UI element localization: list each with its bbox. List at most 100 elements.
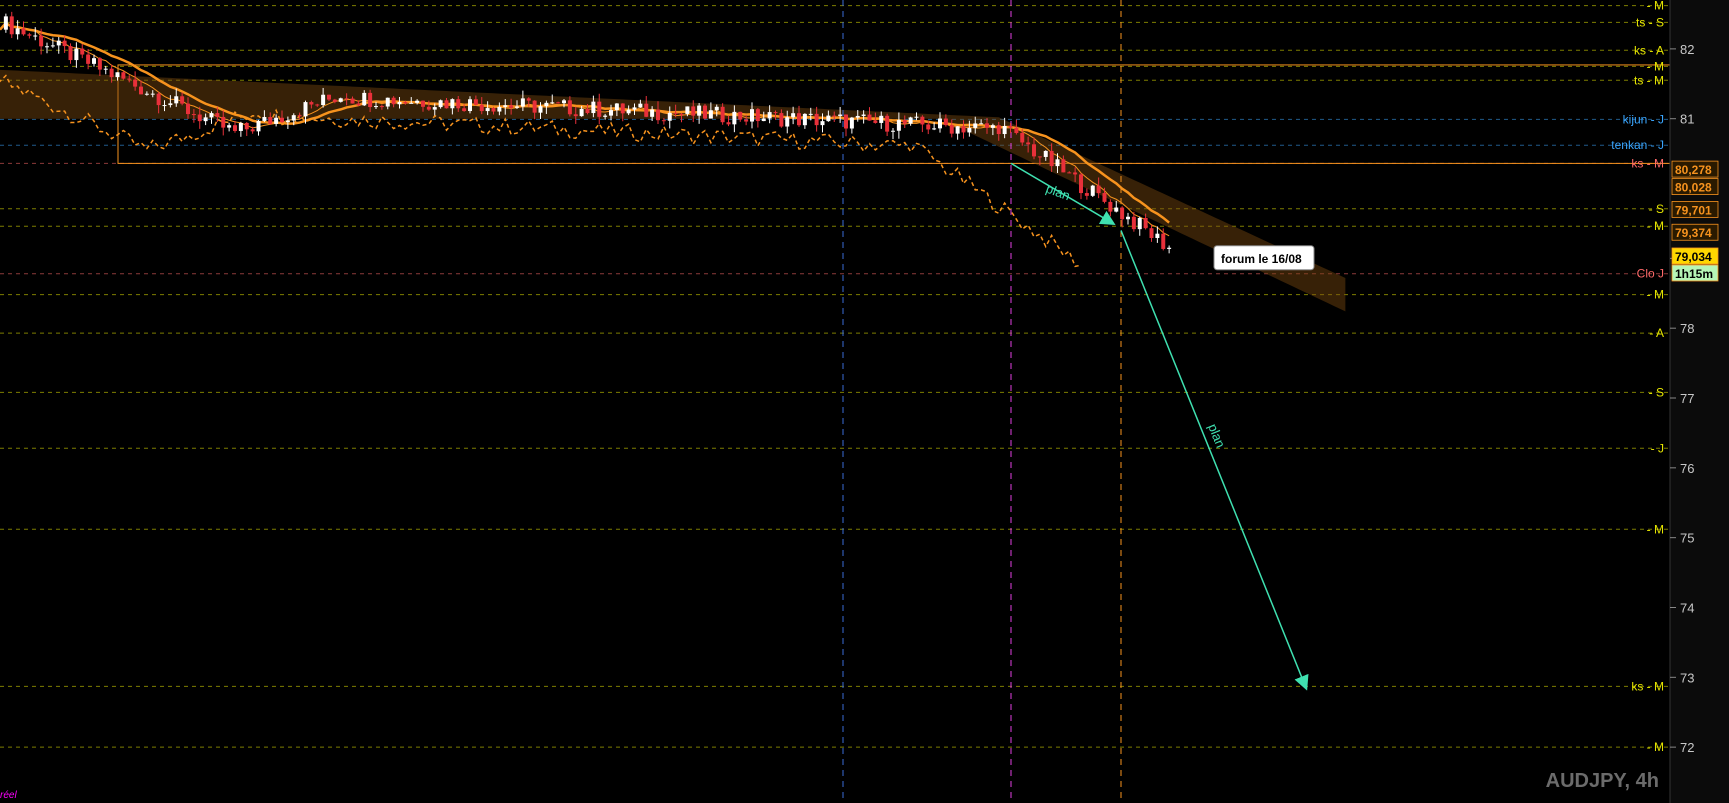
price-chart[interactable]: - Mts - Sks - A- Mts - Mkijun - Jtenkan … xyxy=(0,0,1729,803)
candle-body xyxy=(391,97,396,105)
candle-body xyxy=(849,117,854,129)
candle-body xyxy=(150,93,155,95)
candle-body xyxy=(526,98,531,101)
candle-body xyxy=(227,125,232,128)
level-label: - M xyxy=(1647,288,1664,302)
candle-body xyxy=(591,101,596,114)
candle-body xyxy=(127,78,132,80)
candle-body xyxy=(726,122,731,125)
candle-body xyxy=(873,120,878,123)
candle-body xyxy=(550,102,555,104)
candle-body xyxy=(679,113,684,115)
candle-body xyxy=(661,120,666,122)
level-label: - M xyxy=(1647,59,1664,73)
ichimoku-cloud xyxy=(0,64,1671,312)
candle-body xyxy=(156,93,161,106)
candle-body xyxy=(379,106,384,108)
symbol-label: AUDJPY, 4h xyxy=(1545,770,1659,792)
candle-body xyxy=(656,109,660,121)
candle-body xyxy=(332,99,337,102)
candle-body xyxy=(967,127,972,133)
candle-body xyxy=(767,112,772,119)
candle-body xyxy=(855,115,860,118)
chikou-line xyxy=(0,74,1082,268)
candle-body xyxy=(9,16,14,35)
candle-body xyxy=(808,113,813,115)
candle-body xyxy=(949,125,954,134)
plan-arrow-2 xyxy=(1120,230,1309,691)
level-label: ks - M xyxy=(1631,156,1664,170)
candle-body xyxy=(785,117,790,127)
candle-body xyxy=(779,113,784,127)
candle-body xyxy=(80,48,85,55)
candle-body xyxy=(362,92,367,106)
candle-body xyxy=(133,79,138,87)
candle-body xyxy=(544,102,549,107)
candle-body xyxy=(932,128,937,130)
y-tick-label: 72 xyxy=(1680,740,1694,755)
candle-body xyxy=(186,103,190,115)
price-tag-label: 79,034 xyxy=(1675,250,1712,264)
candle-body xyxy=(791,113,796,118)
candle-body xyxy=(1079,174,1083,194)
candle-body xyxy=(1155,233,1160,239)
candle-body xyxy=(585,108,590,114)
candle-body xyxy=(902,120,907,124)
level-label: ts - M xyxy=(1634,73,1664,87)
candle-body xyxy=(1114,207,1119,212)
candle-body xyxy=(1008,126,1013,128)
candle-body xyxy=(1061,159,1066,173)
candle-body xyxy=(914,116,919,118)
candle-body xyxy=(409,102,414,104)
candle-body xyxy=(56,40,61,46)
mode-label: réel xyxy=(0,790,17,801)
cloud-fill xyxy=(0,69,1346,312)
candle-body xyxy=(1055,159,1060,167)
candle-body xyxy=(1108,201,1113,212)
candle-body xyxy=(250,129,255,132)
candle-body xyxy=(350,98,355,104)
candle-body xyxy=(638,103,643,108)
candle-body xyxy=(685,106,690,114)
candle-body xyxy=(86,54,91,64)
candle-body xyxy=(814,113,819,126)
candle-body xyxy=(1043,150,1048,157)
candle-body xyxy=(879,115,884,123)
candle-body xyxy=(209,113,214,118)
candle-body xyxy=(121,72,126,79)
candle-body xyxy=(327,94,331,100)
candle-body xyxy=(274,117,279,124)
candle-body xyxy=(1014,127,1019,134)
candle-body xyxy=(15,28,20,35)
candle-body xyxy=(1090,185,1095,196)
candle-body xyxy=(174,96,179,104)
candle-body xyxy=(761,118,766,122)
candle-body xyxy=(750,109,754,122)
price-tag-label: 79,374 xyxy=(1675,226,1712,240)
candle-body xyxy=(450,99,455,109)
level-label: ks - M xyxy=(1631,679,1664,693)
candle-body xyxy=(579,108,584,117)
candle-body xyxy=(985,123,989,128)
candle-body xyxy=(744,119,749,122)
candle-body xyxy=(979,123,984,125)
candle-body xyxy=(485,108,490,112)
candle-body xyxy=(738,111,743,120)
candle-body xyxy=(468,99,472,112)
candle-body xyxy=(162,105,167,107)
candle-body xyxy=(1084,193,1089,196)
candle-body xyxy=(74,48,79,61)
candle-body xyxy=(861,114,866,116)
candle-body xyxy=(797,113,801,126)
candle-body xyxy=(832,115,837,117)
level-label: - M xyxy=(1647,522,1664,536)
candle-body xyxy=(144,93,149,95)
candle-body xyxy=(697,105,702,116)
candle-body xyxy=(926,124,931,130)
candle-body xyxy=(139,86,143,95)
axis-background xyxy=(1670,0,1729,803)
candle-body xyxy=(632,107,637,110)
candle-body xyxy=(280,117,284,123)
candle-body xyxy=(908,117,913,124)
candle-body xyxy=(21,28,26,35)
